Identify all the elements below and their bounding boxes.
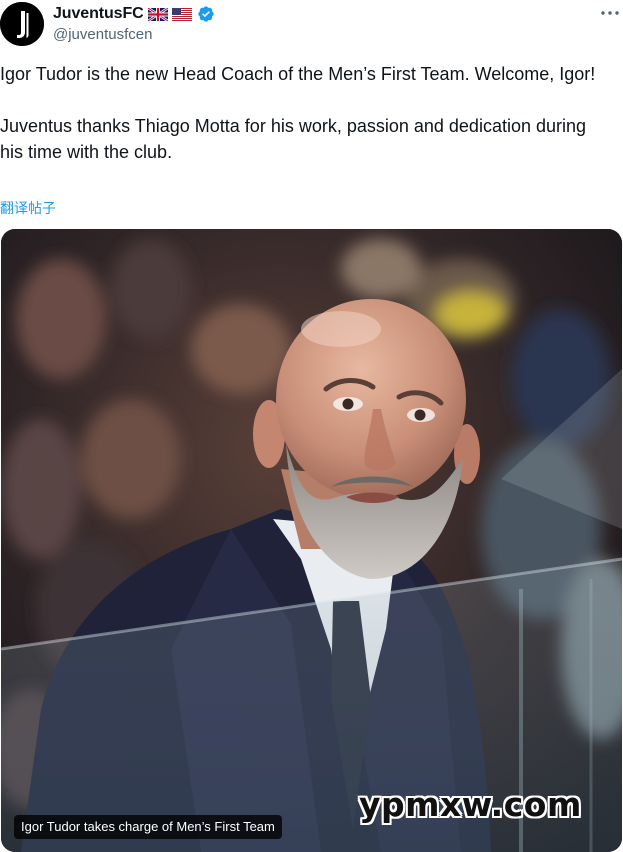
more-options-button[interactable] — [599, 3, 621, 23]
display-name[interactable]: JuventusFC — [53, 5, 144, 23]
translate-post-link[interactable]: 翻译帖子 — [0, 198, 56, 218]
tweet-media-photo[interactable]: ypmxw.com Igor Tudor takes charge of Men… — [1, 229, 622, 852]
verified-badge-icon[interactable] — [197, 5, 215, 23]
juventus-logo-icon — [0, 2, 44, 46]
author-name-row: JuventusFC — [53, 4, 215, 24]
tweet-card: JuventusFC @juventusfcen Igor Tudor is t… — [0, 0, 623, 852]
us-flag-icon — [171, 7, 192, 21]
author-handle[interactable]: @juventusfcen — [53, 26, 152, 43]
watermark: ypmxw.com — [359, 785, 582, 824]
uk-flag-icon — [147, 7, 168, 21]
avatar[interactable] — [0, 2, 44, 46]
tweet-header: JuventusFC @juventusfcen — [0, 0, 623, 50]
media-caption-badge: Igor Tudor takes charge of Men’s First T… — [14, 815, 282, 839]
more-options-icon — [601, 11, 619, 15]
tweet-text: Igor Tudor is the new Head Coach of the … — [0, 64, 596, 162]
coach-photo — [1, 229, 622, 852]
